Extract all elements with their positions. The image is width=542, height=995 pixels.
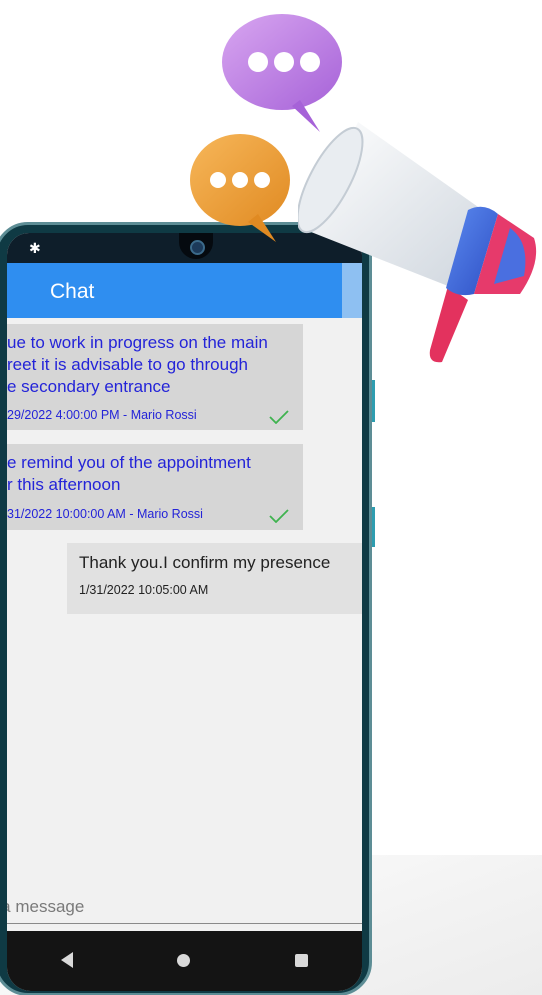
message-meta: 1/31/2022 10:05:00 AM — [79, 583, 209, 597]
home-icon[interactable] — [177, 954, 190, 967]
message-text: e remind you of the appointment r this a… — [7, 453, 251, 494]
message-input[interactable]: e a message — [7, 897, 84, 917]
message-meta: 31/2022 10:00:00 AM - Mario Rossi — [7, 507, 203, 521]
message-text: Thank you.I confirm my presence — [79, 553, 331, 572]
recent-apps-icon[interactable] — [295, 954, 308, 967]
checkmark-icon — [269, 509, 289, 523]
message-bubble-incoming: e remind you of the appointment r this a… — [7, 444, 303, 530]
page-title: Chat — [50, 280, 95, 303]
side-button — [372, 507, 375, 547]
navigation-bar — [7, 931, 362, 991]
chat-bubble-icon — [222, 14, 342, 132]
side-button — [372, 380, 375, 422]
chat-list[interactable]: ue to work in progress on the main reet … — [7, 318, 362, 918]
settings-icon[interactable]: ✱ — [29, 241, 41, 255]
message-meta: 29/2022 4:00:00 PM - Mario Rossi — [7, 408, 197, 422]
megaphone-icon — [298, 122, 537, 363]
chat-bubble-icon — [190, 134, 290, 242]
message-text: ue to work in progress on the main reet … — [7, 333, 268, 396]
message-composer[interactable]: e a message — [7, 883, 362, 928]
input-underline — [7, 923, 362, 924]
back-icon[interactable] — [61, 952, 73, 968]
message-bubble-incoming: ue to work in progress on the main reet … — [7, 324, 303, 430]
checkmark-icon — [269, 410, 289, 424]
message-bubble-outgoing: Thank you.I confirm my presence 1/31/202… — [67, 543, 362, 614]
